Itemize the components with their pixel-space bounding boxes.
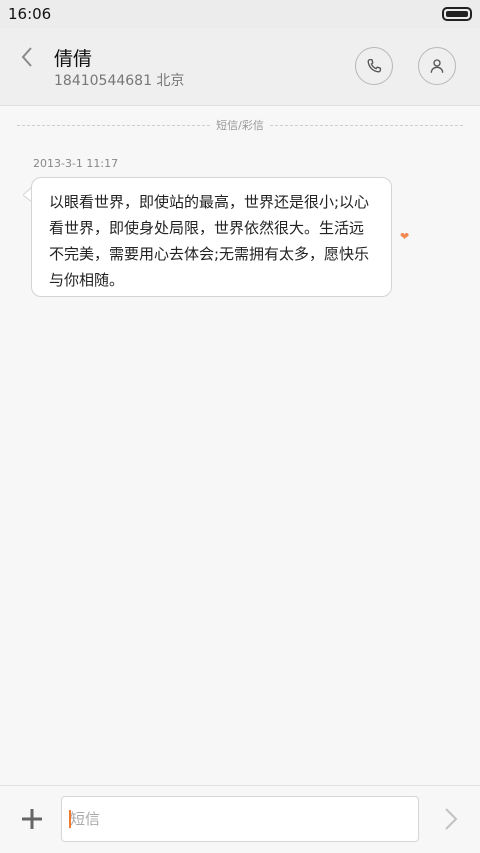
text-cursor xyxy=(69,810,71,828)
message-timestamp: 2013-3-1 11:17 xyxy=(33,157,119,170)
person-icon xyxy=(430,59,444,73)
plus-icon xyxy=(22,809,42,829)
status-bar: 16:06 xyxy=(0,0,480,28)
status-time: 16:06 xyxy=(8,5,52,23)
divider-line-right xyxy=(269,124,463,126)
divider-label: 短信/彩信 xyxy=(216,119,264,132)
message-type-divider: 短信/彩信 xyxy=(17,118,463,132)
conversation-header: 倩倩 18410544681 北京 xyxy=(0,28,480,106)
composer-bar xyxy=(0,785,480,853)
message-text: 以眼看世界，即使站的最高，世界还是很小;以心看世界，即使身处局限，世界依然很大。… xyxy=(49,193,370,289)
contact-name: 倩倩 xyxy=(54,48,93,70)
back-chevron-icon xyxy=(21,47,32,67)
message-bubble[interactable]: 以眼看世界，即使站的最高，世界还是很小;以心看世界，即使身处局限，世界依然很大。… xyxy=(31,177,392,297)
heart-icon[interactable]: ❤ xyxy=(400,230,409,243)
send-button[interactable] xyxy=(440,806,462,832)
contact-detail: 18410544681 北京 xyxy=(54,73,185,89)
battery-fill xyxy=(446,11,468,17)
divider-line-left xyxy=(17,124,211,126)
contact-profile-button[interactable] xyxy=(418,47,456,85)
phone-icon xyxy=(367,58,382,73)
battery-icon xyxy=(442,7,472,21)
message-input[interactable] xyxy=(61,796,419,842)
send-chevron-icon xyxy=(445,808,458,830)
back-button[interactable] xyxy=(14,42,44,72)
attach-button[interactable] xyxy=(20,807,44,831)
call-button[interactable] xyxy=(355,47,393,85)
